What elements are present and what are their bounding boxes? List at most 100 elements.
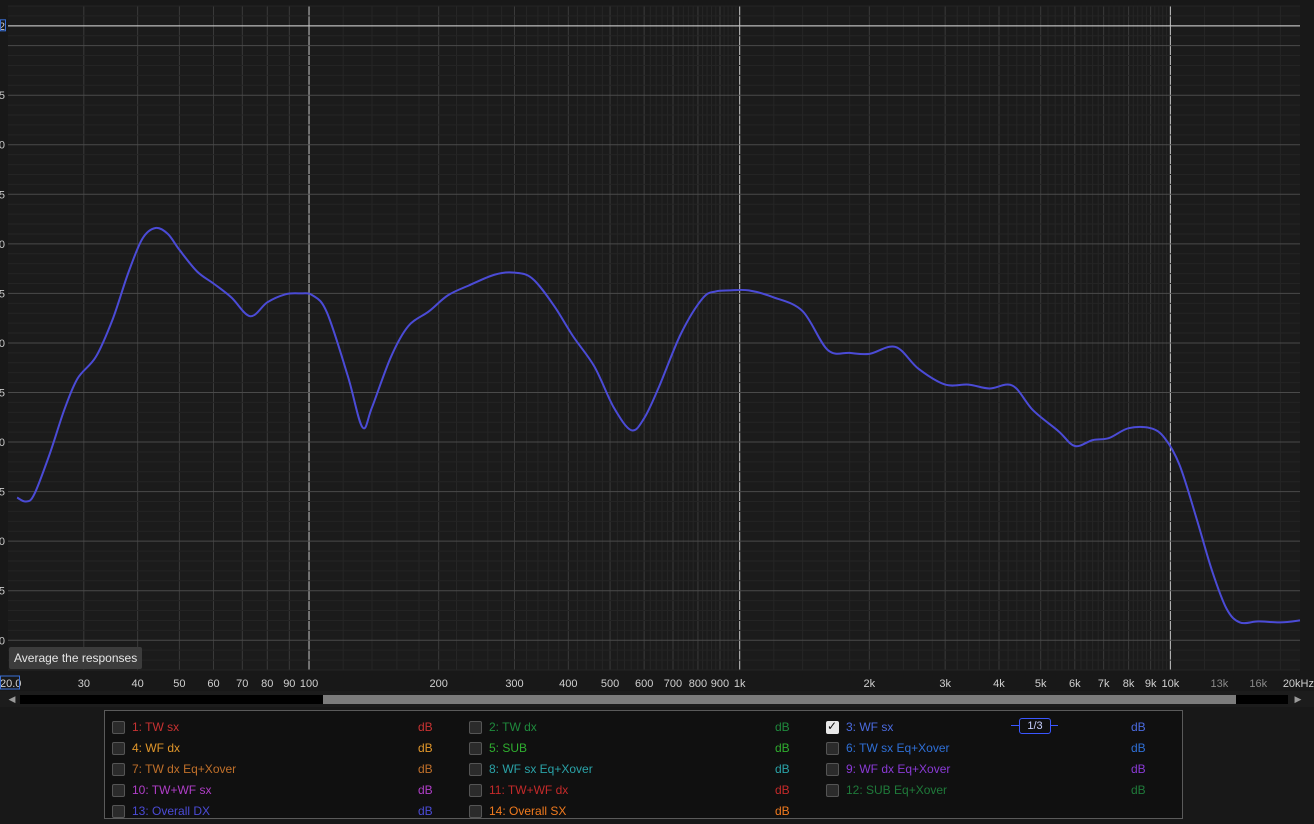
legend-row: 7: TW dx Eq+Xover dB 8: WF sx Eq+Xover dB 9:… [105,760,1184,780]
measurement-label: 2: TW dx [489,720,537,734]
measurement-label: 4: WF dx [132,741,181,755]
measurement-label: 7: TW dx Eq+Xover [132,762,237,776]
x-tick-label: 700 [664,678,682,690]
measurement-checkbox[interactable] [826,763,839,776]
measurement-checkbox[interactable] [112,784,125,797]
x-tick-label: 3k [939,678,951,690]
x-tick-label: 30 [78,678,90,690]
x-tick-label: 500 [601,678,619,690]
measurement-unit: dB [1131,741,1146,755]
frequency-scrollbar[interactable]: ◀ ▶ [0,691,1314,707]
x-tick-label: 20.0 [0,678,21,690]
x-tick-label: 80 [261,678,273,690]
y-tick-label: 5 [0,288,5,300]
y-tick-label: -10 [0,437,5,449]
x-tick-label: 300 [505,678,523,690]
x-tick-label: 400 [559,678,577,690]
x-tick-label: 40 [132,678,144,690]
x-tick-label: 70 [236,678,248,690]
measurement-label: 11: TW+WF dx [489,783,569,797]
measurement-unit: dB [775,720,790,734]
y-tick-label: 0 [0,338,5,350]
scroll-thumb[interactable] [323,695,1236,704]
legend-row: 10: TW+WF sx dB 11: TW+WF dx dB 12: SUB Eq+X… [105,781,1184,801]
measurement-unit: dB [418,762,433,776]
measurement-checkbox[interactable] [826,719,839,734]
y-tick-label: 25 [0,90,5,102]
measurement-unit: dB [775,804,790,818]
measurement-unit: dB [775,762,790,776]
y-tick-label: 20 [0,140,5,152]
measurement-label: 12: SUB Eq+Xover [846,783,948,797]
measurement-checkbox[interactable] [469,721,482,734]
measurement-checkbox[interactable] [469,742,482,755]
measurement-label: 1: TW sx [132,720,180,734]
measurement-legend: 1: TW sx dB 2: TW dx dB 3: WF sx dB 4: WF dx dB… [104,710,1183,819]
measurement-checkbox[interactable] [826,742,839,755]
measurement-label: 6: TW sx Eq+Xover [846,741,950,755]
measurement-unit: dB [1131,720,1146,734]
x-tick-label: 10k [1161,678,1179,690]
scroll-track[interactable] [20,695,1288,704]
measurement-label: 5: SUB [489,741,528,755]
y-tick-label: 10 [0,239,5,251]
smoothing-wing-right [1050,725,1058,726]
measurement-unit: dB [775,741,790,755]
smoothing-button[interactable]: 1/3 [1011,718,1061,734]
measurement-unit: dB [418,741,433,755]
measurement-label: 10: TW+WF sx [132,783,212,797]
measurement-unit: dB [418,720,433,734]
x-tick-label: 13k [1211,678,1229,690]
x-tick-label: 90 [283,678,295,690]
x-tick-label: 4k [993,678,1005,690]
measurement-label: 13: Overall DX [132,804,211,818]
x-tick-label: 5k [1035,678,1047,690]
measurement-checkbox[interactable] [112,721,125,734]
measurement-label: 8: WF sx Eq+Xover [489,762,593,776]
measurement-unit: dB [1131,762,1146,776]
measurement-unit: dB [418,804,433,818]
scroll-right-arrow-icon[interactable]: ▶ [1292,692,1304,706]
x-tick-label: 20kHz [1283,678,1314,690]
smoothing-wing-left [1011,725,1019,726]
scroll-left-arrow-icon[interactable]: ◀ [6,692,18,706]
smoothing-label: 1/3 [1019,718,1051,734]
x-tick-label: 16k [1249,678,1267,690]
measurement-label: 14: Overall SX [489,804,567,818]
y-tick-label: -15 [0,487,5,499]
x-tick-label: 6k [1069,678,1081,690]
y-tick-label: 15 [0,189,5,201]
x-tick-label: 2k [864,678,876,690]
frequency-response-plot[interactable]: 322520151050-5-10-15-20-25-3020.03040506… [0,0,1314,691]
x-tick-label: 800 [689,678,707,690]
x-tick-label: 1k [734,678,746,690]
measurement-checkbox[interactable] [469,784,482,797]
measurement-unit: dB [775,783,790,797]
x-tick-label: 900 [711,678,729,690]
x-tick-label: 600 [635,678,653,690]
x-tick-label: 7k [1098,678,1110,690]
x-tick-label: 100 [300,678,318,690]
y-tick-label: -30 [0,635,5,647]
y-tick-label: -5 [0,388,5,400]
measurement-checkbox[interactable] [112,805,125,818]
measurement-checkbox[interactable] [469,763,482,776]
legend-row: 4: WF dx dB 5: SUB dB 6: TW sx Eq+Xover dB [105,739,1184,759]
measurement-label: 3: WF sx [846,720,894,734]
measurement-label: 9: WF dx Eq+Xover [846,762,951,776]
measurement-unit: dB [1131,783,1146,797]
x-tick-label: 50 [173,678,185,690]
x-tick-label: 9k [1145,678,1157,690]
x-tick-label: 8k [1123,678,1135,690]
measurement-checkbox[interactable] [112,742,125,755]
average-responses-tooltip: Average the responses [9,647,143,669]
measurement-unit: dB [418,783,433,797]
y-tick-label: -20 [0,536,5,548]
measurement-checkbox[interactable] [826,784,839,797]
x-tick-label: 60 [207,678,219,690]
measurement-checkbox[interactable] [469,805,482,818]
y-tick-label: -25 [0,586,5,598]
legend-row: 13: Overall DX dB 14: Overall SX dB [105,802,1184,822]
measurement-checkbox[interactable] [112,763,125,776]
x-tick-label: 200 [429,678,447,690]
